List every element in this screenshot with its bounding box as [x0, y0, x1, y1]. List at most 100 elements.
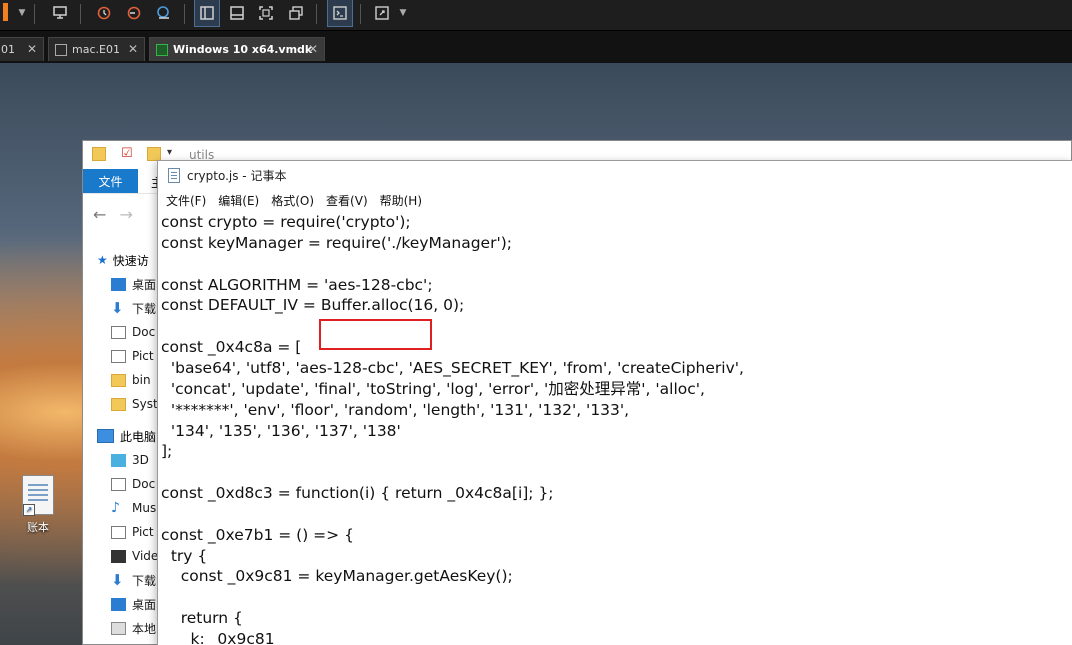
snapshot-icon[interactable]: [92, 0, 116, 26]
desktop-shortcut[interactable]: ↗ 账本: [14, 475, 62, 535]
nav-item-label: 下载: [132, 573, 157, 588]
code-line: try {: [161, 546, 208, 565]
nav-item-3d-objects[interactable]: 3D: [111, 450, 149, 470]
code-line: k: _0x9c81: [161, 630, 275, 645]
shortcut-arrow-icon: ↗: [23, 504, 35, 516]
close-icon[interactable]: ✕: [308, 42, 318, 56]
document-icon: [111, 477, 126, 491]
close-icon[interactable]: ✕: [128, 42, 138, 56]
folder-icon: [92, 147, 106, 161]
nav-item-music[interactable]: ♪ Mus: [111, 498, 156, 518]
snapshot-manager-icon[interactable]: [152, 0, 176, 26]
nav-item-label: 3D: [132, 453, 149, 467]
download-arrow-icon: ⬇: [111, 570, 124, 589]
nav-item-desktop[interactable]: 桌面: [111, 274, 156, 294]
nav-this-pc[interactable]: 此电脑: [97, 426, 156, 446]
forward-arrow-icon[interactable]: →: [120, 205, 133, 224]
properties-icon[interactable]: ☑: [121, 147, 135, 161]
tab-label: Windows 10 x64.vmdk: [173, 43, 313, 56]
computer-icon: [97, 429, 114, 443]
fit-guest-icon[interactable]: [254, 0, 278, 26]
notepad-icon: [168, 167, 180, 183]
disk-icon: [55, 43, 67, 56]
menu-edit[interactable]: 编辑(E): [212, 192, 265, 209]
music-note-icon: ♪: [111, 499, 120, 516]
send-ctrl-alt-del-icon[interactable]: [48, 0, 72, 26]
library-view-icon[interactable]: [194, 0, 220, 27]
desktop-icon: [111, 597, 126, 611]
tab-01[interactable]: 01 ✕: [0, 37, 44, 61]
nav-item-label: bin: [132, 373, 151, 387]
nav-item-desktop[interactable]: 桌面: [111, 594, 156, 614]
code-line: const _0xe7b1 = () => {: [161, 525, 354, 544]
unity-icon[interactable]: [284, 0, 308, 26]
nav-item-pictures[interactable]: Pict: [111, 522, 154, 542]
desktop-icon: [111, 277, 126, 291]
nav-quick-access-label: 快速访: [112, 253, 149, 268]
star-icon: ★: [97, 253, 108, 267]
nav-item-label: Doc: [132, 477, 156, 491]
back-arrow-icon[interactable]: ←: [93, 205, 106, 224]
vm-running-icon: [156, 43, 168, 56]
code-line: 'base64', 'utf8', 'aes-128-cbc', 'AES_SE…: [161, 358, 744, 377]
code-line: const _0xd8c3 = function(i) { return _0x…: [161, 484, 554, 503]
thumbnail-bar-icon[interactable]: [225, 0, 249, 26]
notepad-menu-bar: 文件(F) 编辑(E) 格式(O) 查看(V) 帮助(H): [158, 189, 1072, 211]
menu-file[interactable]: 文件(F): [158, 192, 212, 209]
power-dropdown-icon[interactable]: ▼: [16, 0, 28, 26]
code-line: const DEFAULT_IV = Buffer.alloc(16, 0);: [161, 296, 465, 315]
text-editor-area[interactable]: k: _0x9c81 return { const _0x9c81 = keyM…: [161, 212, 1072, 645]
nav-item-label: 下载: [132, 301, 157, 316]
tab-mac-e01[interactable]: mac.E01 ✕: [48, 37, 145, 61]
nav-item-downloads[interactable]: ⬇ 下载: [111, 570, 156, 590]
nav-item-bin[interactable]: bin: [111, 370, 151, 390]
notepad-document-icon: ↗: [22, 475, 54, 516]
code-line: '134', '135', '136', '137', '138': [161, 421, 401, 440]
new-folder-icon[interactable]: [147, 147, 161, 161]
nav-item-documents[interactable]: Doc: [111, 474, 155, 494]
code-line: 'concat', 'update', 'final', 'toString',…: [161, 379, 705, 398]
quick-access-dropdown-icon[interactable]: ▾: [167, 147, 172, 158]
fullscreen-dropdown-icon[interactable]: ▼: [397, 0, 409, 26]
desktop-icon-label: 账本: [27, 521, 49, 534]
nav-item-downloads[interactable]: ⬇ 下载: [111, 298, 156, 318]
drive-icon: [111, 621, 126, 635]
nav-this-pc-label: 此电脑: [120, 429, 157, 444]
close-icon[interactable]: ✕: [27, 42, 37, 56]
nav-item-label: Doc: [132, 325, 156, 339]
menu-help[interactable]: 帮助(H): [374, 192, 428, 209]
window-title: crypto.js - 记事本: [187, 168, 287, 183]
menu-format[interactable]: 格式(O): [265, 192, 320, 209]
console-icon[interactable]: [327, 0, 353, 27]
nav-item-system[interactable]: Syst: [111, 394, 158, 414]
revert-snapshot-icon[interactable]: [122, 0, 146, 26]
toolbar-separator: [360, 4, 361, 24]
fullscreen-icon[interactable]: [370, 0, 394, 26]
picture-icon: [111, 349, 126, 363]
tab-label: 01: [1, 43, 15, 56]
nav-item-label: Vide: [132, 549, 159, 563]
explorer-nav-buttons: ← →: [93, 205, 133, 224]
nav-item-documents[interactable]: Doc: [111, 322, 155, 342]
notepad-title-bar: crypto.js - 记事本: [158, 161, 1072, 189]
picture-icon: [111, 525, 126, 539]
code-line: const ALGORITHM = 'aes-128-cbc';: [161, 275, 433, 294]
cube-icon: [111, 453, 126, 467]
nav-item-label: Mus: [132, 501, 157, 515]
nav-item-pictures[interactable]: Pict: [111, 346, 154, 366]
code-line: const crypto = require('crypto');: [161, 213, 411, 231]
ribbon-file-tab[interactable]: 文件: [83, 169, 138, 193]
code-line: const _0x4c8a = [: [161, 338, 302, 357]
vm-tab-bar: 01 ✕ mac.E01 ✕ Windows 10 x64.vmdk ✕: [0, 31, 1072, 63]
nav-quick-access[interactable]: ★ 快速访: [97, 250, 149, 270]
toolbar-separator: [34, 4, 35, 24]
tab-label: mac.E01: [72, 43, 120, 56]
code-line: '*******', 'env', 'floor', 'random', 'le…: [161, 400, 630, 419]
nav-item-label: Pict: [132, 349, 154, 363]
nav-item-label: Syst: [132, 397, 158, 411]
menu-view[interactable]: 查看(V): [320, 192, 374, 209]
nav-item-local-disk[interactable]: 本地: [111, 618, 156, 638]
tab-windows-10-vmdk[interactable]: Windows 10 x64.vmdk ✕: [149, 37, 325, 61]
code-line: const keyManager = require('./keyManager…: [161, 233, 512, 252]
nav-item-videos[interactable]: Vide: [111, 546, 158, 566]
